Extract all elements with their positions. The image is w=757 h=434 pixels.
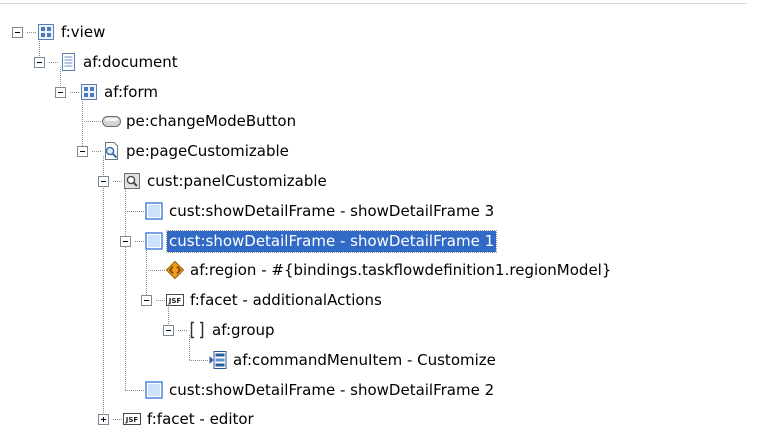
tree-connector-line [49, 62, 58, 63]
collapse-toggle-icon[interactable] [98, 176, 109, 187]
tree-node-label[interactable]: f:facet - additionalActions [188, 290, 384, 311]
tree-connector-line [113, 181, 122, 182]
frame-icon [145, 381, 163, 399]
panel-customizable-icon [124, 173, 140, 189]
collapse-toggle-icon[interactable] [141, 295, 152, 306]
tree-connector-line [113, 419, 122, 420]
tree-node-label[interactable]: pe:changeModeButton [124, 111, 298, 132]
menu-item-icon [209, 351, 227, 369]
panel-grid-icon [81, 84, 97, 100]
jsf-icon: JSF [123, 413, 141, 425]
tree-node-pe-changemodebutton[interactable]: pe:changeModeButton [0, 107, 757, 136]
tree-node-af-commandmenuitem[interactable]: af:commandMenuItem - Customize [0, 346, 757, 375]
tree-node-label[interactable]: f:view [59, 22, 107, 43]
svg-text:JSF: JSF [125, 416, 139, 424]
tree-node-label[interactable]: af:region - #{bindings.taskflowdefinitio… [188, 260, 613, 281]
tree-connector-line [82, 121, 101, 122]
tree-node-label[interactable]: cust:showDetailFrame - showDetailFrame 3 [167, 201, 496, 222]
tree-connector-line [146, 270, 165, 271]
tree-node-label[interactable]: f:facet - editor [145, 409, 256, 430]
collapse-toggle-icon[interactable] [77, 146, 88, 157]
tree-node-f-view[interactable]: f:view [0, 18, 757, 47]
tree-connector-line [70, 92, 79, 93]
tree-connector-line [92, 151, 101, 152]
group-brackets-icon [190, 321, 204, 339]
collapse-toggle-icon[interactable] [163, 325, 174, 336]
tree-node-af-form[interactable]: af:form [0, 78, 757, 107]
panel-grid-icon [38, 24, 54, 40]
tree-node-label[interactable]: af:commandMenuItem - Customize [231, 350, 498, 371]
tree-node-af-group[interactable]: af:group [0, 316, 757, 345]
tree-connector-line [189, 360, 208, 361]
tree-node-af-region[interactable]: af:region - #{bindings.taskflowdefinitio… [0, 256, 757, 285]
tree-node-label[interactable]: cust:showDetailFrame - showDetailFrame 2 [167, 380, 496, 401]
tree-node-facet-additionalactions[interactable]: JSF f:facet - additionalActions [0, 286, 757, 315]
document-icon [62, 53, 75, 71]
collapse-toggle-icon[interactable] [55, 87, 66, 98]
collapse-toggle-icon[interactable] [120, 236, 131, 247]
tree-node-pe-pagecustomizable[interactable]: pe:pageCustomizable [0, 137, 757, 166]
expand-toggle-icon[interactable] [98, 414, 109, 425]
tree-node-showdetailframe-3[interactable]: cust:showDetailFrame - showDetailFrame 3 [0, 197, 757, 226]
collapse-toggle-icon[interactable] [34, 57, 45, 68]
tree-node-showdetailframe-1[interactable]: cust:showDetailFrame - showDetailFrame 1 [0, 227, 757, 256]
tree-connector-line [135, 241, 144, 242]
page-customizable-icon [105, 142, 118, 160]
tree-node-cust-panelcustomizable[interactable]: cust:panelCustomizable [0, 167, 757, 196]
jsf-icon: JSF [166, 294, 184, 306]
tree-connector-line [27, 32, 36, 33]
tree-node-showdetailframe-2[interactable]: cust:showDetailFrame - showDetailFrame 2 [0, 376, 757, 405]
region-icon [165, 260, 185, 280]
collapse-toggle-icon[interactable] [12, 27, 23, 38]
button-icon [102, 116, 121, 127]
tree-node-label[interactable]: af:group [210, 320, 277, 341]
tree-connector-line [156, 300, 165, 301]
frame-icon [145, 202, 163, 220]
tree-node-label[interactable]: cust:panelCustomizable [145, 171, 329, 192]
tree-node-label[interactable]: af:document [81, 52, 180, 73]
tree-node-label[interactable]: af:form [102, 82, 160, 103]
tree-node-label[interactable]: cust:showDetailFrame - showDetailFrame 1 [165, 230, 498, 253]
tree-connector-line [125, 211, 144, 212]
tree-node-label[interactable]: pe:pageCustomizable [124, 141, 291, 162]
tree-node-af-document[interactable]: af:document [0, 48, 757, 77]
tree-connector-line [178, 330, 187, 331]
tree-connector-line [125, 390, 144, 391]
component-structure-tree[interactable]: f:view af:document af:form pe:changeModeBut… [0, 0, 757, 430]
svg-text:JSF: JSF [168, 297, 182, 305]
frame-icon [145, 232, 163, 250]
